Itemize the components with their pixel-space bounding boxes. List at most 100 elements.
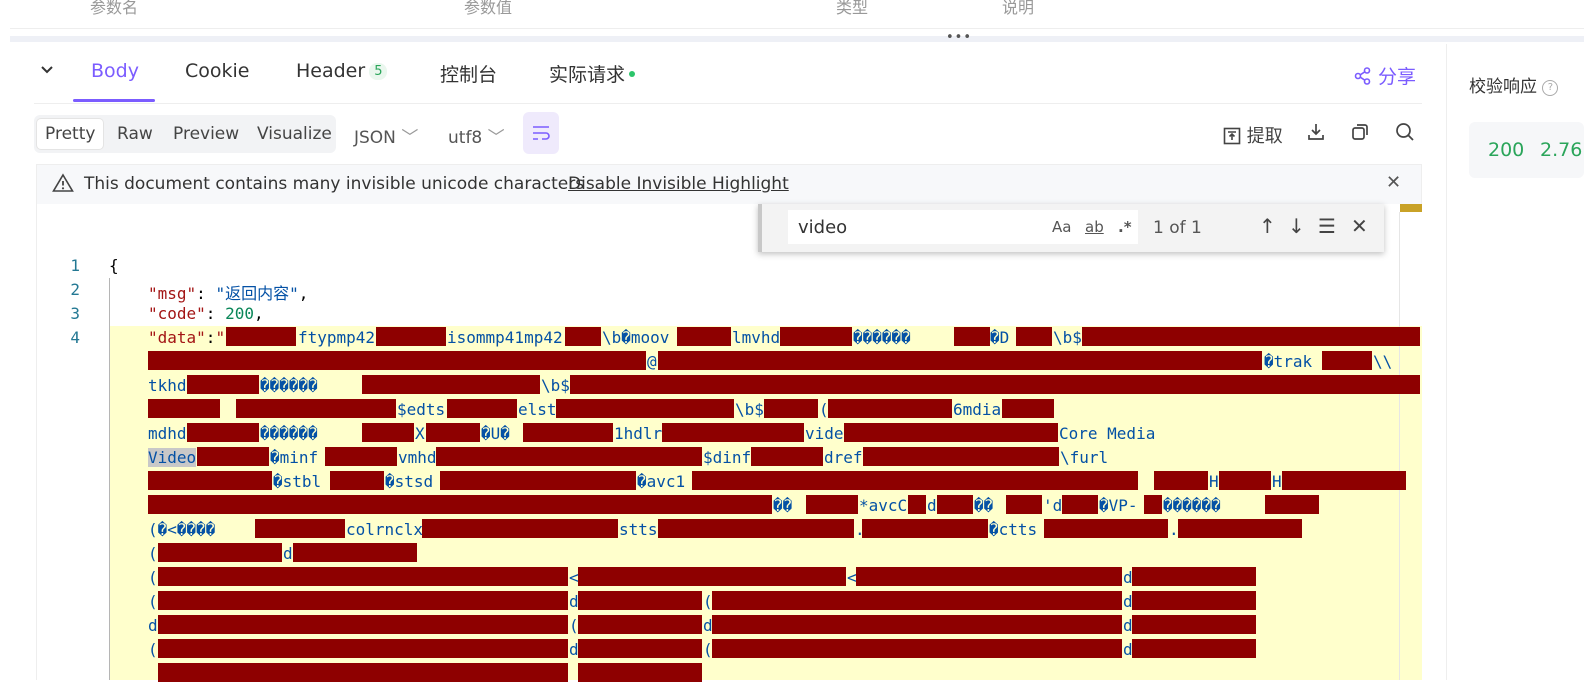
invisible-char-highlight bbox=[1132, 567, 1256, 586]
regex-toggle[interactable]: .* bbox=[1118, 218, 1132, 236]
string-fragment: �U� bbox=[481, 424, 510, 443]
invisible-char-highlight bbox=[1322, 351, 1372, 370]
response-time: 2.76 bbox=[1540, 139, 1583, 161]
invisible-char-highlight bbox=[570, 375, 1420, 394]
invisible-char-highlight bbox=[712, 639, 1122, 658]
encoding-select[interactable]: utf8 ﹀ bbox=[448, 123, 505, 148]
invisible-char-highlight bbox=[806, 495, 858, 514]
string-fragment: �VP- bbox=[1099, 496, 1138, 515]
invisible-char-highlight bbox=[662, 423, 804, 442]
view-visualize-button[interactable]: Visualize bbox=[249, 119, 340, 149]
close-icon[interactable]: ✕ bbox=[1386, 172, 1401, 193]
view-pretty-button[interactable]: Pretty bbox=[37, 119, 104, 149]
active-tab-indicator bbox=[73, 99, 155, 102]
tab-cookie[interactable]: Cookie bbox=[185, 60, 250, 82]
string-fragment: \b$ bbox=[735, 400, 764, 419]
string-fragment: \b$ bbox=[541, 376, 570, 395]
string-fragment: @ bbox=[647, 352, 657, 371]
code-brace: { bbox=[109, 256, 119, 275]
invisible-char-highlight bbox=[1219, 471, 1271, 490]
col-param-name: 参数名 bbox=[90, 0, 139, 17]
invisible-char-highlight bbox=[440, 471, 636, 490]
invisible-char-highlight bbox=[1154, 471, 1208, 490]
tab-actual-request[interactable]: 实际请求 bbox=[549, 60, 636, 87]
editor-scrollbar[interactable] bbox=[1399, 212, 1400, 680]
word-wrap-button[interactable] bbox=[523, 112, 559, 154]
string-fragment: 1hdlr bbox=[614, 424, 663, 443]
find-in-selection-icon[interactable]: ☰ bbox=[1318, 214, 1336, 238]
tab-header[interactable]: Header 5 bbox=[296, 60, 388, 82]
tab-body[interactable]: Body bbox=[91, 60, 139, 82]
whole-word-toggle[interactable]: ab bbox=[1085, 218, 1104, 236]
extract-icon bbox=[1223, 127, 1241, 145]
string-fragment: ������ bbox=[260, 376, 318, 395]
string-fragment: Core Media bbox=[1059, 424, 1156, 443]
string-fragment: vide bbox=[805, 424, 844, 443]
string-fragment: �D bbox=[990, 328, 1010, 347]
invisible-char-highlight bbox=[677, 327, 731, 346]
invisible-char-highlight bbox=[1144, 495, 1162, 514]
string-fragment: H bbox=[1272, 472, 1282, 491]
code-line-code: "code": 200, bbox=[148, 304, 264, 323]
invisible-char-highlight bbox=[362, 423, 414, 442]
string-fragment: \\ bbox=[1373, 352, 1393, 371]
string-fragment: mdhd bbox=[148, 424, 187, 443]
string-fragment: *avcC bbox=[859, 496, 908, 515]
header-count-badge: 5 bbox=[369, 63, 388, 80]
invisible-char-highlight bbox=[1044, 519, 1168, 538]
invisible-char-highlight bbox=[158, 615, 568, 634]
disable-highlight-link[interactable]: Disable Invisible Highlight bbox=[568, 174, 789, 194]
view-raw-button[interactable]: Raw bbox=[109, 119, 161, 149]
extract-button[interactable]: 提取 bbox=[1223, 122, 1283, 148]
invisible-char-highlight bbox=[780, 327, 852, 346]
string-fragment: ( bbox=[148, 640, 158, 659]
string-fragment: \b�moov bbox=[602, 328, 670, 347]
string-fragment: $dinf bbox=[703, 448, 752, 467]
col-param-type: 类型 bbox=[836, 0, 869, 17]
share-button[interactable]: 分享 bbox=[1354, 62, 1416, 89]
string-fragment: d bbox=[148, 616, 158, 635]
line-number: 2 bbox=[70, 280, 80, 299]
previous-match-icon[interactable]: ↑ bbox=[1259, 214, 1276, 238]
string-fragment: isommp41mp42 bbox=[447, 328, 563, 347]
panel-splitter[interactable] bbox=[10, 36, 1584, 42]
invisible-char-highlight bbox=[565, 327, 601, 346]
next-match-icon[interactable]: ↓ bbox=[1288, 214, 1305, 238]
string-fragment: ftypmp42 bbox=[298, 328, 376, 347]
string-fragment: colrnclx bbox=[346, 520, 424, 539]
invisible-char-highlight bbox=[148, 351, 646, 370]
string-fragment: ( bbox=[148, 592, 158, 611]
invisible-char-highlight bbox=[937, 495, 973, 514]
invisible-char-highlight bbox=[1132, 639, 1256, 658]
match-case-toggle[interactable]: Aa bbox=[1052, 218, 1071, 236]
format-select[interactable]: JSON ﹀ bbox=[354, 123, 418, 148]
search-button[interactable] bbox=[1395, 122, 1415, 147]
string-fragment: \furl bbox=[1060, 448, 1109, 467]
string-fragment: ������ bbox=[1163, 496, 1221, 515]
json-number: 200 bbox=[225, 304, 254, 323]
string-fragment: �ctts bbox=[989, 520, 1038, 539]
invisible-char-highlight bbox=[148, 471, 272, 490]
warning-text: This document contains many invisible un… bbox=[84, 174, 585, 194]
string-fragment: H bbox=[1209, 472, 1219, 491]
search-icon bbox=[1396, 123, 1414, 141]
help-icon[interactable]: ? bbox=[1542, 80, 1559, 96]
string-fragment: stts bbox=[619, 520, 658, 539]
string-fragment: �minf bbox=[270, 448, 319, 467]
copy-button[interactable] bbox=[1350, 122, 1370, 147]
invisible-char-highlight bbox=[1178, 519, 1302, 538]
view-preview-button[interactable]: Preview bbox=[165, 119, 247, 149]
invisible-char-highlight bbox=[658, 351, 1262, 370]
download-button[interactable] bbox=[1306, 122, 1326, 147]
search-match-highlight: Video bbox=[148, 448, 197, 467]
line-number: 1 bbox=[70, 256, 80, 275]
invisible-char-highlight bbox=[330, 471, 384, 490]
tab-actual-request-label: 实际请求 bbox=[549, 64, 626, 86]
close-find-icon[interactable]: ✕ bbox=[1351, 214, 1368, 238]
invisible-char-highlight bbox=[255, 519, 345, 538]
invisible-char-highlight bbox=[226, 327, 296, 346]
tab-console[interactable]: 控制台 bbox=[440, 60, 497, 87]
invisible-char-highlight bbox=[523, 423, 613, 442]
splitter-handle-icon[interactable]: ••• bbox=[946, 31, 972, 44]
invisible-char-highlight bbox=[1062, 495, 1098, 514]
